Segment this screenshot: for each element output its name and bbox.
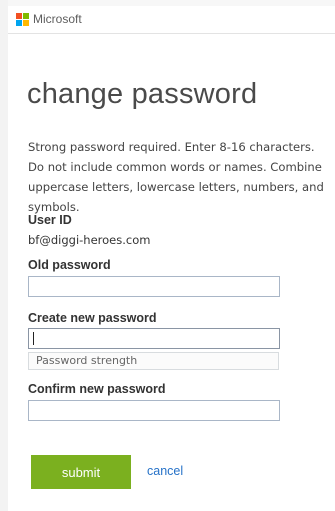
submit-button[interactable]: submit bbox=[31, 455, 131, 489]
old-password-field[interactable] bbox=[28, 276, 280, 297]
confirm-password-label: Confirm new password bbox=[28, 382, 166, 396]
text-caret bbox=[33, 332, 34, 345]
new-password-label: Create new password bbox=[28, 311, 157, 325]
cancel-link[interactable]: cancel bbox=[147, 464, 183, 478]
password-strength-meter: Password strength bbox=[28, 352, 279, 370]
old-password-label: Old password bbox=[28, 258, 111, 272]
new-password-field[interactable] bbox=[28, 328, 280, 349]
window-left-edge bbox=[0, 0, 8, 511]
window-top-edge bbox=[0, 0, 335, 6]
windows-logo-icon bbox=[16, 12, 29, 26]
microsoft-logo: Microsoft bbox=[16, 12, 82, 26]
user-id-label: User ID bbox=[28, 213, 72, 227]
page-title: change password bbox=[27, 78, 258, 110]
brand-name: Microsoft bbox=[33, 12, 82, 26]
confirm-password-field[interactable] bbox=[28, 400, 280, 421]
header-divider bbox=[8, 33, 335, 34]
password-requirements-text: Strong password required. Enter 8-16 cha… bbox=[28, 140, 324, 214]
user-id-value: bf@diggi-heroes.com bbox=[28, 233, 151, 247]
